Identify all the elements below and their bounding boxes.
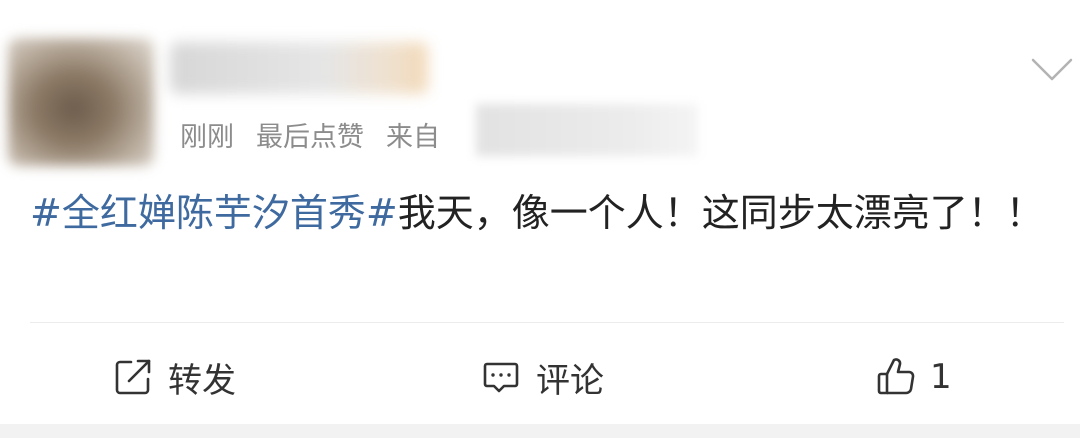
action-bar: 转发 评论 1 (0, 340, 1080, 414)
repost-label: 转发 (168, 360, 236, 401)
separator-bar (0, 424, 1080, 438)
like-button[interactable]: 1 (874, 340, 952, 414)
comment-label: 评论 (536, 360, 604, 401)
post-body: #全红婵陈芋汐首秀#我天，像一个人！这同步太漂亮了！！ (30, 180, 1060, 246)
username[interactable] (170, 42, 428, 94)
topic-link[interactable]: #全红婵陈芋汐首秀# (30, 191, 398, 235)
repost-button[interactable]: 转发 (112, 340, 236, 414)
comment-button[interactable]: 评论 (480, 340, 604, 414)
source-prefix: 来自 (386, 121, 440, 153)
post-activity: 最后点赞 (256, 121, 364, 153)
post-time: 刚刚 (180, 121, 234, 153)
avatar[interactable] (8, 38, 154, 166)
weibo-post-card: 刚刚 最后点赞 来自 #全红婵陈芋汐首秀#我天，像一个人！这同步太漂亮了！！ 转… (0, 0, 1080, 438)
post-meta: 刚刚 最后点赞 来自 (180, 112, 440, 156)
divider (30, 322, 1064, 323)
post-source[interactable] (476, 104, 698, 156)
share-icon (112, 356, 154, 398)
comment-icon (480, 356, 522, 398)
thumbs-up-icon (874, 355, 918, 399)
like-count: 1 (930, 357, 952, 397)
post-text: 我天，像一个人！这同步太漂亮了！！ (397, 191, 1044, 235)
chevron-down-icon[interactable] (1030, 55, 1074, 85)
